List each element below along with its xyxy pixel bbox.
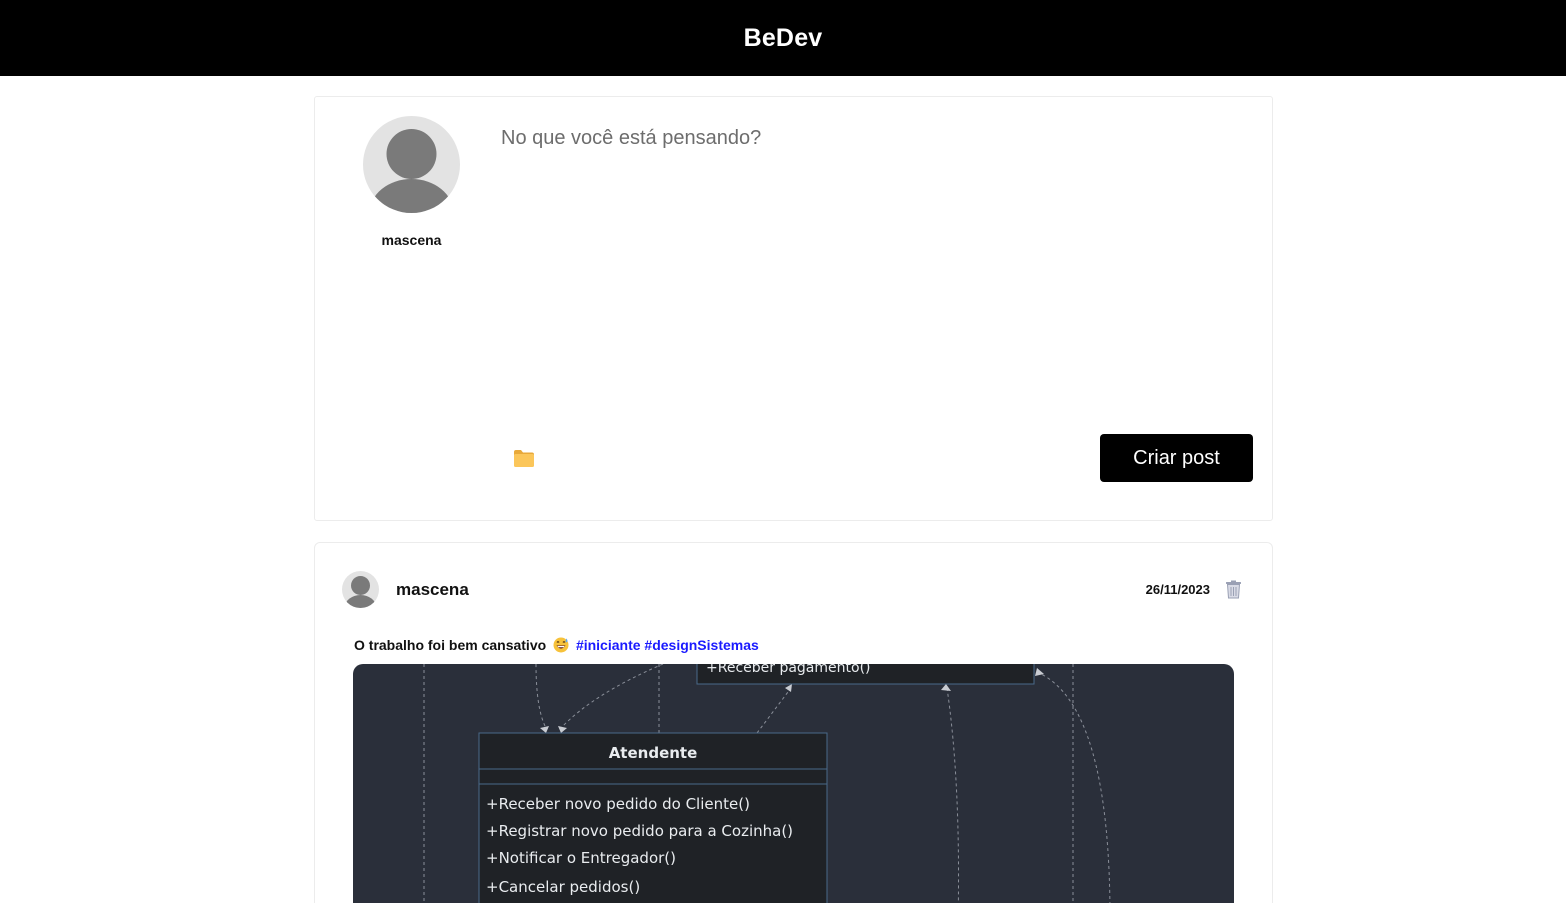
top-bar: BeDev — [0, 0, 1566, 76]
create-post-button[interactable]: Criar post — [1100, 434, 1253, 482]
post-textarea[interactable] — [501, 127, 1241, 397]
post-body: O trabalho foi bem cansativo — [354, 637, 547, 653]
composer-username: mascena — [381, 232, 442, 248]
post-text: O trabalho foi bem cansativo #iniciante … — [354, 637, 759, 653]
app-brand[interactable]: BeDev — [744, 24, 823, 53]
user-placeholder-icon — [344, 576, 377, 608]
uml-method: +Cancelar pedidos() — [486, 878, 640, 896]
post-composer: mascena Criar post — [314, 96, 1273, 521]
uml-method: +Receber novo pedido do Cliente() — [486, 795, 750, 813]
folder-icon[interactable] — [513, 449, 537, 471]
grinning-sweat-emoji-icon — [553, 637, 569, 653]
uml-class-name: Atendente — [609, 744, 698, 762]
user-placeholder-icon — [369, 129, 454, 213]
uml-method: +Notificar o Entregador() — [486, 849, 676, 867]
post-date: 26/11/2023 — [1145, 582, 1210, 597]
uml-top-method: +Receber pagamento() — [706, 664, 871, 676]
post-author[interactable]: mascena — [396, 580, 469, 600]
uml-method: +Registrar novo pedido para a Cozinha() — [486, 822, 793, 840]
avatar[interactable] — [363, 116, 460, 213]
post-image[interactable]: +Receber pagamento() Atendente +Receber … — [353, 664, 1234, 903]
trash-icon[interactable] — [1225, 580, 1242, 599]
post-avatar[interactable] — [342, 571, 379, 608]
post-card: mascena 26/11/2023 O trabalho foi bem ca… — [314, 542, 1273, 903]
post-hashtags[interactable]: #iniciante #designSistemas — [576, 637, 759, 653]
